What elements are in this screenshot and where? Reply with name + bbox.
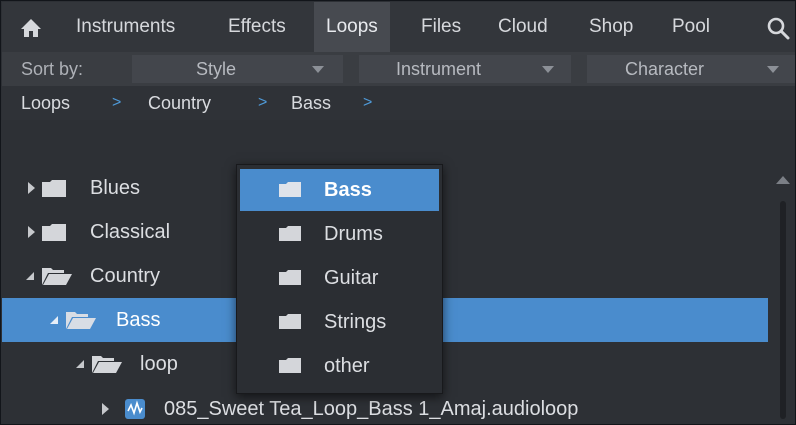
tree-row-label: loop (140, 353, 178, 375)
scroll-up-icon[interactable] (776, 176, 790, 184)
tab-pool[interactable]: Pool (672, 2, 710, 52)
chevron-down-icon (312, 66, 324, 73)
folder-icon (279, 358, 301, 373)
folder-icon (279, 270, 301, 285)
chevron-down-icon (767, 66, 779, 73)
tab-effects[interactable]: Effects (228, 2, 286, 52)
tab-files[interactable]: Files (421, 2, 461, 52)
popup-item-drums[interactable]: Drums (240, 213, 439, 255)
expand-arrow-icon[interactable] (28, 226, 35, 238)
tree-row-label: Blues (90, 177, 141, 199)
search-icon[interactable] (766, 16, 790, 40)
breadcrumb-bass[interactable]: Bass (291, 86, 331, 120)
chevron-down-icon (542, 66, 554, 73)
breadcrumb-subfolder-popup: Bass Drums Guitar Strings other (236, 164, 443, 394)
popup-item-label: Guitar (324, 267, 379, 289)
tab-loops[interactable]: Loops (314, 2, 390, 52)
popup-item-label: Bass (324, 179, 372, 201)
sort-style-dropdown[interactable]: Style (132, 55, 343, 83)
tab-shop[interactable]: Shop (589, 2, 633, 52)
sort-instrument-label: Instrument (396, 59, 482, 79)
sort-style-label: Style (196, 59, 237, 79)
loops-browser: Instruments Effects Loops Files Cloud Sh… (0, 0, 796, 425)
sort-and-path-bar: Sort by: Style Instrument Character Loop… (2, 52, 795, 120)
popup-item-label: Drums (324, 223, 383, 245)
sort-character-label: Character (625, 59, 705, 79)
sort-by-label: Sort by: (21, 59, 84, 79)
home-icon[interactable] (20, 18, 42, 38)
folder-open-icon (92, 356, 122, 373)
folder-icon (42, 224, 66, 241)
breadcrumb-loops[interactable]: Loops (21, 86, 70, 120)
breadcrumb-separator: > (258, 94, 268, 111)
tree-row-label: Classical (90, 221, 171, 243)
sort-character-dropdown[interactable]: Character (587, 55, 795, 83)
tree-row-label: Bass (116, 309, 161, 331)
folder-icon (279, 226, 301, 241)
popup-item-bass[interactable]: Bass (240, 169, 439, 211)
breadcrumb: Loops > Country > Bass > (2, 86, 795, 120)
popup-item-label: Strings (324, 311, 387, 333)
breadcrumb-separator: > (363, 94, 373, 111)
expand-arrow-icon[interactable] (28, 182, 35, 194)
folder-open-icon (42, 268, 72, 285)
vertical-scrollbar[interactable] (780, 201, 786, 419)
popup-item-other[interactable]: other (240, 345, 439, 387)
tab-cloud[interactable]: Cloud (498, 2, 548, 52)
popup-item-strings[interactable]: Strings (240, 301, 439, 343)
collapse-arrow-icon[interactable] (24, 270, 36, 282)
folder-icon (42, 180, 66, 197)
folder-icon (279, 314, 301, 329)
breadcrumb-separator: > (112, 94, 122, 111)
browser-tab-bar: Instruments Effects Loops Files Cloud Sh… (2, 2, 795, 53)
sort-bar: Sort by: Style Instrument Character (2, 52, 795, 86)
tab-instruments[interactable]: Instruments (76, 2, 175, 52)
audioloop-file-icon (125, 399, 145, 419)
expand-arrow-icon[interactable] (102, 403, 109, 415)
collapse-arrow-icon[interactable] (74, 358, 86, 370)
folder-icon (279, 182, 301, 197)
folder-open-icon (66, 312, 96, 329)
popup-item-guitar[interactable]: Guitar (240, 257, 439, 299)
breadcrumb-country[interactable]: Country (148, 86, 211, 120)
collapse-arrow-icon[interactable] (48, 314, 60, 326)
popup-item-label: other (324, 355, 370, 377)
tree-row-label: Country (90, 265, 161, 287)
sort-instrument-dropdown[interactable]: Instrument (359, 55, 571, 83)
